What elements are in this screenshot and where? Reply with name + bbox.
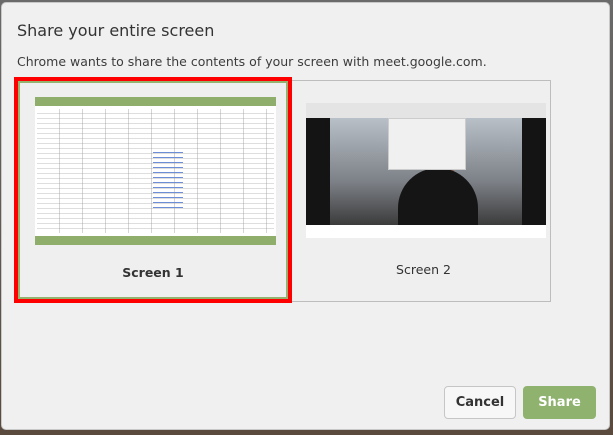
- screen-list: Screen 1 Screen 2: [14, 77, 551, 303]
- screen-option-1[interactable]: Screen 1: [14, 77, 292, 303]
- dialog-subtitle: Chrome wants to share the contents of yo…: [17, 54, 487, 69]
- screen-1-thumbnail: [35, 97, 276, 245]
- nested-dialog-preview: [388, 118, 466, 170]
- screen-1-label: Screen 1: [122, 265, 184, 280]
- person-body: [398, 168, 478, 225]
- share-button[interactable]: Share: [523, 386, 596, 419]
- screen-2-thumbnail: [306, 103, 546, 238]
- video-preview: [306, 118, 546, 225]
- thumbnail-titlebar: [35, 97, 276, 106]
- screen-2-label: Screen 2: [396, 262, 451, 277]
- thumbnail-taskbar: [35, 236, 276, 245]
- spreadsheet-links: [153, 152, 183, 212]
- browser-chrome-preview: [306, 103, 546, 118]
- cancel-button[interactable]: Cancel: [444, 386, 516, 419]
- dialog-title: Share your entire screen: [17, 21, 215, 40]
- share-screen-dialog: Share your entire screen Chrome wants to…: [1, 2, 610, 430]
- screen-option-2[interactable]: Screen 2: [297, 81, 550, 301]
